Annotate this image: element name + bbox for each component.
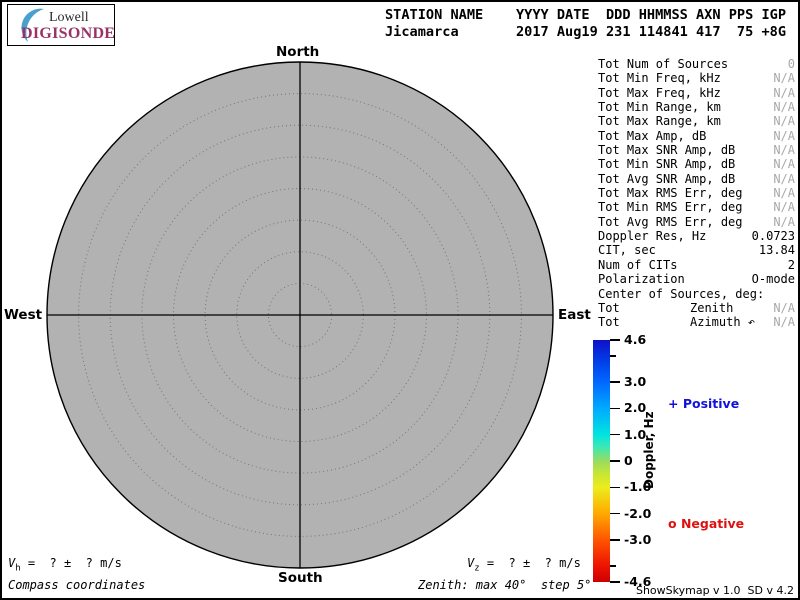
- stat-label: Tot Max Freq, kHz: [598, 86, 721, 100]
- coordinate-mode-label: Compass coordinates: [8, 578, 145, 592]
- stat-value: N/A: [773, 200, 795, 214]
- stat-row: CIT, sec 13.84: [598, 243, 795, 257]
- colorbar-tick: [610, 513, 620, 515]
- stat-row: Tot Min SNR Amp, dB N/A: [598, 157, 795, 171]
- compass-label-south: South: [278, 570, 323, 586]
- logo-lowell-text: Lowell: [49, 10, 89, 26]
- showskymap-window: Lowell DIGISONDE STATION NAME YYYY DATE …: [0, 0, 800, 600]
- colorbar-tick: [610, 487, 620, 489]
- colorbar-gradient: [593, 340, 610, 582]
- colorbar-tick: [610, 381, 620, 383]
- stat-value: 13.84: [759, 243, 795, 257]
- stat-value: N/A: [773, 100, 795, 114]
- colorbar-tick: [610, 460, 620, 462]
- stat-label: Tot Min SNR Amp, dB: [598, 157, 735, 171]
- stat-row: Tot Min RMS Err, deg N/A: [598, 200, 795, 214]
- stat-row: Num of CITs 2: [598, 258, 795, 272]
- stat-row: Tot Max Freq, kHz N/A: [598, 86, 795, 100]
- stat-label: Tot Max RMS Err, deg: [598, 186, 743, 200]
- stat-label: CIT, sec: [598, 243, 656, 257]
- zenith-range-label: Zenith: max 40° step 5°: [418, 578, 591, 592]
- negative-legend: o Negative: [668, 516, 744, 531]
- colorbar-tick: [610, 339, 620, 341]
- stat-row: Tot Min Range, km N/A: [598, 100, 795, 114]
- stat-label: Tot Avg RMS Err, deg: [598, 215, 743, 229]
- stat-label: Tot Avg SNR Amp, dB: [598, 172, 735, 186]
- stat-value: N/A: [773, 301, 795, 315]
- colorbar-tick-label: 0: [624, 453, 633, 468]
- stat-label: Tot Max Range, km: [598, 114, 721, 128]
- stat-row: Center of Sources, deg:: [598, 287, 795, 301]
- colorbar-tick: [610, 408, 620, 410]
- stat-mid-label: Azimuth ↶: [690, 315, 755, 329]
- stat-value: 2: [788, 258, 795, 272]
- stat-label: Tot Min Freq, kHz: [598, 71, 721, 85]
- colorbar-tick: [610, 581, 620, 583]
- colorbar-tick: [610, 539, 620, 541]
- colorbar-tick-label: 4.6: [624, 332, 646, 347]
- stat-row: Tot Num of Sources 0: [598, 57, 795, 71]
- stat-label: Num of CITs: [598, 258, 677, 272]
- stat-row: Tot Max SNR Amp, dB N/A: [598, 143, 795, 157]
- colorbar-tick-label: -3.0: [624, 532, 651, 547]
- stat-label: Tot: [598, 315, 620, 329]
- stat-row: Doppler Res, Hz 0.0723: [598, 229, 795, 243]
- stats-panel: Tot Num of Sources0Tot Min Freq, kHzN/AT…: [598, 57, 795, 330]
- stat-value: 0: [788, 57, 795, 71]
- colorbar-tick: [610, 565, 616, 567]
- stat-value: N/A: [773, 315, 795, 329]
- stat-value: 0.0723: [752, 229, 795, 243]
- stat-value: N/A: [773, 129, 795, 143]
- stat-label: Polarization: [598, 272, 685, 286]
- header-line-1: STATION NAME YYYY DATE DDD HHMMSS AXN PP…: [385, 7, 786, 23]
- stat-row: Tot Zenith N/A: [598, 301, 795, 315]
- stat-row: Tot Min Freq, kHz N/A: [598, 71, 795, 85]
- stat-label: Tot: [598, 301, 620, 315]
- stat-label: Tot Min RMS Err, deg: [598, 200, 743, 214]
- colorbar-tick: [610, 434, 620, 436]
- stat-label: Tot Num of Sources: [598, 57, 728, 71]
- stat-label: Tot Max Amp, dB: [598, 129, 706, 143]
- stat-value: N/A: [773, 186, 795, 200]
- vz-readout: Vz = ? ± ? m/s: [467, 556, 581, 570]
- compass-label-north: North: [276, 44, 319, 60]
- stat-label: Doppler Res, Hz: [598, 229, 706, 243]
- stat-value: N/A: [773, 114, 795, 128]
- stat-row: Tot Max Amp, dB N/A: [598, 129, 795, 143]
- colorbar-tick-label: -2.0: [624, 506, 651, 521]
- stat-row: Tot Avg SNR Amp, dB N/A: [598, 172, 795, 186]
- stat-mid-label: Zenith: [690, 301, 733, 315]
- stat-value: N/A: [773, 215, 795, 229]
- version-label: ShowSkymap v 1.0 SD v 4.2: [636, 584, 794, 597]
- colorbar-tick-label: 3.0: [624, 374, 646, 389]
- stat-row: Tot Azimuth ↶ N/A: [598, 315, 795, 329]
- digisonde-logo: Lowell DIGISONDE: [7, 4, 115, 46]
- stat-label: Center of Sources, deg:: [598, 287, 764, 301]
- stat-value: N/A: [773, 143, 795, 157]
- vz-value: = ? ± ? m/s: [480, 556, 581, 570]
- colorbar-tick: [610, 355, 616, 357]
- positive-legend: + Positive: [668, 396, 739, 411]
- stat-value: O-mode: [752, 272, 795, 286]
- vh-value: = ? ± ? m/s: [21, 556, 122, 570]
- logo-digisonde-text: DIGISONDE: [21, 25, 115, 43]
- vh-readout: Vh = ? ± ? m/s: [8, 556, 122, 570]
- stat-label: Tot Max SNR Amp, dB: [598, 143, 735, 157]
- compass-label-west: West: [4, 307, 42, 323]
- stat-label: Tot Min Range, km: [598, 100, 721, 114]
- stat-row: Tot Max Range, km N/A: [598, 114, 795, 128]
- stat-row: Tot Avg RMS Err, deg N/A: [598, 215, 795, 229]
- compass-label-east: East: [558, 307, 591, 323]
- header-line-2: Jicamarca 2017 Aug19 231 114841 417 75 +…: [385, 24, 786, 40]
- stat-row: Tot Max RMS Err, deg N/A: [598, 186, 795, 200]
- stat-row: Polarization O-mode: [598, 272, 795, 286]
- colorbar-axis-label: Doppler, Hz: [642, 393, 656, 489]
- stat-value: N/A: [773, 157, 795, 171]
- stat-value: N/A: [773, 71, 795, 85]
- stat-value: N/A: [773, 172, 795, 186]
- stat-value: N/A: [773, 86, 795, 100]
